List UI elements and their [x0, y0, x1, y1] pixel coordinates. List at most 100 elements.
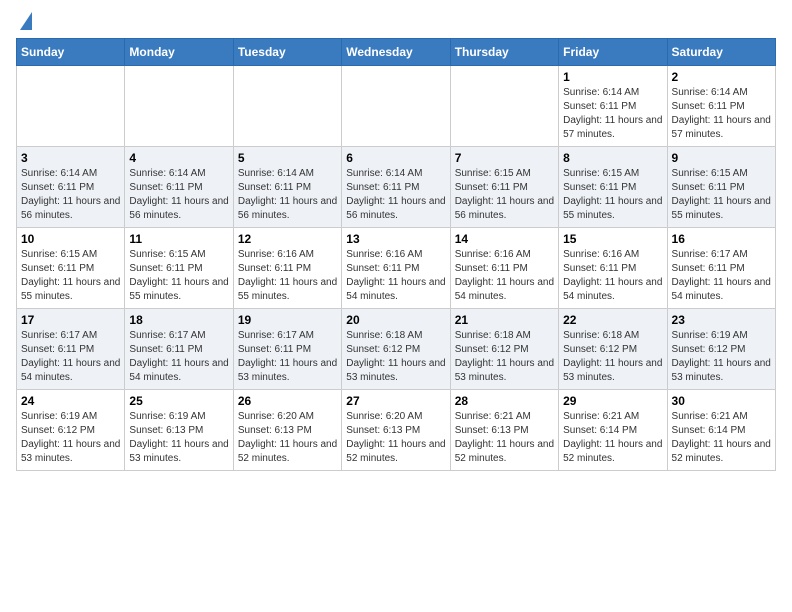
calendar-cell: 17 Sunrise: 6:17 AMSunset: 6:11 PMDayligh… [17, 309, 125, 390]
day-number: 14 [455, 232, 554, 246]
day-number: 16 [672, 232, 771, 246]
day-number: 6 [346, 151, 445, 165]
day-number: 22 [563, 313, 662, 327]
calendar-cell: 12 Sunrise: 6:16 AMSunset: 6:11 PMDayligh… [233, 228, 341, 309]
day-number: 24 [21, 394, 120, 408]
calendar-cell: 25 Sunrise: 6:19 AMSunset: 6:13 PMDayligh… [125, 390, 233, 471]
calendar-cell: 14 Sunrise: 6:16 AMSunset: 6:11 PMDayligh… [450, 228, 558, 309]
day-number: 19 [238, 313, 337, 327]
day-info: Sunrise: 6:18 AMSunset: 6:12 PMDaylight:… [455, 329, 554, 385]
calendar-cell: 29 Sunrise: 6:21 AMSunset: 6:14 PMDayligh… [559, 390, 667, 471]
calendar-cell: 1 Sunrise: 6:14 AMSunset: 6:11 PMDaylight… [559, 66, 667, 147]
day-info: Sunrise: 6:20 AMSunset: 6:13 PMDaylight:… [238, 410, 337, 466]
day-info: Sunrise: 6:14 AMSunset: 6:11 PMDaylight:… [21, 167, 120, 223]
page-header [16, 16, 776, 30]
day-info: Sunrise: 6:21 AMSunset: 6:14 PMDaylight:… [672, 410, 771, 466]
calendar-week-row: 24 Sunrise: 6:19 AMSunset: 6:12 PMDayligh… [17, 390, 776, 471]
day-number: 13 [346, 232, 445, 246]
day-info: Sunrise: 6:16 AMSunset: 6:11 PMDaylight:… [563, 248, 662, 304]
day-info: Sunrise: 6:18 AMSunset: 6:12 PMDaylight:… [346, 329, 445, 385]
day-number: 11 [129, 232, 228, 246]
calendar-cell: 7Sunrise: 6:15 AMSunset: 6:11 PMDaylight… [450, 147, 558, 228]
day-info: Sunrise: 6:19 AMSunset: 6:13 PMDaylight:… [129, 410, 228, 466]
calendar-week-row: 17 Sunrise: 6:17 AMSunset: 6:11 PMDayligh… [17, 309, 776, 390]
day-info: Sunrise: 6:14 AMSunset: 6:11 PMDaylight:… [672, 86, 771, 142]
day-number: 10 [21, 232, 120, 246]
calendar-cell: 8 Sunrise: 6:15 AMSunset: 6:11 PMDaylight… [559, 147, 667, 228]
day-number: 9 [672, 151, 771, 165]
day-number: 7 [455, 151, 554, 165]
day-number: 3 [21, 151, 120, 165]
day-number: 17 [21, 313, 120, 327]
day-number: 30 [672, 394, 771, 408]
day-info: Sunrise: 6:15 AMSunset: 6:11 PMDaylight:… [21, 248, 120, 304]
calendar-cell: 20Sunrise: 6:18 AMSunset: 6:12 PMDayligh… [342, 309, 450, 390]
day-number: 28 [455, 394, 554, 408]
day-number: 29 [563, 394, 662, 408]
calendar-cell: 5 Sunrise: 6:14 AMSunset: 6:11 PMDaylight… [233, 147, 341, 228]
calendar-cell: 26 Sunrise: 6:20 AMSunset: 6:13 PMDayligh… [233, 390, 341, 471]
day-info: Sunrise: 6:16 AMSunset: 6:11 PMDaylight:… [346, 248, 445, 304]
calendar-cell: 27 Sunrise: 6:20 AMSunset: 6:13 PMDayligh… [342, 390, 450, 471]
logo-triangle-icon [20, 12, 32, 30]
day-info: Sunrise: 6:19 AMSunset: 6:12 PMDaylight:… [21, 410, 120, 466]
calendar-cell: 22 Sunrise: 6:18 AMSunset: 6:12 PMDayligh… [559, 309, 667, 390]
calendar-cell: 6 Sunrise: 6:14 AMSunset: 6:11 PMDaylight… [342, 147, 450, 228]
calendar-cell: 16 Sunrise: 6:17 AMSunset: 6:11 PMDayligh… [667, 228, 775, 309]
day-info: Sunrise: 6:16 AMSunset: 6:11 PMDaylight:… [455, 248, 554, 304]
day-number: 8 [563, 151, 662, 165]
day-number: 15 [563, 232, 662, 246]
day-info: Sunrise: 6:14 AMSunset: 6:11 PMDaylight:… [346, 167, 445, 223]
day-number: 12 [238, 232, 337, 246]
calendar-cell: 19 Sunrise: 6:17 AMSunset: 6:11 PMDayligh… [233, 309, 341, 390]
weekday-header: Thursday [450, 39, 558, 66]
day-info: Sunrise: 6:20 AMSunset: 6:13 PMDaylight:… [346, 410, 445, 466]
day-number: 4 [129, 151, 228, 165]
day-info: Sunrise: 6:17 AMSunset: 6:11 PMDaylight:… [672, 248, 771, 304]
day-info: Sunrise: 6:14 AMSunset: 6:11 PMDaylight:… [238, 167, 337, 223]
calendar-cell: 10 Sunrise: 6:15 AMSunset: 6:11 PMDayligh… [17, 228, 125, 309]
calendar-table: SundayMondayTuesdayWednesdayThursdayFrid… [16, 38, 776, 471]
calendar-cell: 30 Sunrise: 6:21 AMSunset: 6:14 PMDayligh… [667, 390, 775, 471]
calendar-cell: 2 Sunrise: 6:14 AMSunset: 6:11 PMDaylight… [667, 66, 775, 147]
calendar-cell: 23 Sunrise: 6:19 AMSunset: 6:12 PMDayligh… [667, 309, 775, 390]
calendar-cell: 13 Sunrise: 6:16 AMSunset: 6:11 PMDayligh… [342, 228, 450, 309]
day-number: 21 [455, 313, 554, 327]
weekday-header: Tuesday [233, 39, 341, 66]
day-info: Sunrise: 6:15 AMSunset: 6:11 PMDaylight:… [563, 167, 662, 223]
day-number: 23 [672, 313, 771, 327]
calendar-cell: 3 Sunrise: 6:14 AMSunset: 6:11 PMDaylight… [17, 147, 125, 228]
calendar-week-row: 10 Sunrise: 6:15 AMSunset: 6:11 PMDayligh… [17, 228, 776, 309]
calendar-cell [233, 66, 341, 147]
day-info: Sunrise: 6:21 AMSunset: 6:14 PMDaylight:… [563, 410, 662, 466]
calendar-cell: 18 Sunrise: 6:17 AMSunset: 6:11 PMDayligh… [125, 309, 233, 390]
day-info: Sunrise: 6:15 AMSunset: 6:11 PMDaylight:… [129, 248, 228, 304]
day-info: Sunrise: 6:16 AMSunset: 6:11 PMDaylight:… [238, 248, 337, 304]
day-number: 5 [238, 151, 337, 165]
weekday-header: Friday [559, 39, 667, 66]
calendar-cell: 21 Sunrise: 6:18 AMSunset: 6:12 PMDayligh… [450, 309, 558, 390]
day-info: Sunrise: 6:15 AMSunset: 6:11 PMDaylight:… [672, 167, 771, 223]
day-info: Sunrise: 6:14 AMSunset: 6:11 PMDaylight:… [563, 86, 662, 142]
day-info: Sunrise: 6:14 AMSunset: 6:11 PMDaylight:… [129, 167, 228, 223]
calendar-cell: 28 Sunrise: 6:21 AMSunset: 6:13 PMDayligh… [450, 390, 558, 471]
calendar-week-row: 1 Sunrise: 6:14 AMSunset: 6:11 PMDaylight… [17, 66, 776, 147]
day-number: 25 [129, 394, 228, 408]
day-number: 26 [238, 394, 337, 408]
day-info: Sunrise: 6:19 AMSunset: 6:12 PMDaylight:… [672, 329, 771, 385]
day-info: Sunrise: 6:21 AMSunset: 6:13 PMDaylight:… [455, 410, 554, 466]
day-info: Sunrise: 6:17 AMSunset: 6:11 PMDaylight:… [238, 329, 337, 385]
day-number: 18 [129, 313, 228, 327]
calendar-cell: 9 Sunrise: 6:15 AMSunset: 6:11 PMDaylight… [667, 147, 775, 228]
day-number: 2 [672, 70, 771, 84]
day-info: Sunrise: 6:17 AMSunset: 6:11 PMDaylight:… [129, 329, 228, 385]
day-number: 1 [563, 70, 662, 84]
day-number: 27 [346, 394, 445, 408]
calendar-cell: 24 Sunrise: 6:19 AMSunset: 6:12 PMDayligh… [17, 390, 125, 471]
calendar-cell: 4 Sunrise: 6:14 AMSunset: 6:11 PMDaylight… [125, 147, 233, 228]
day-info: Sunrise: 6:18 AMSunset: 6:12 PMDaylight:… [563, 329, 662, 385]
calendar-cell [450, 66, 558, 147]
calendar-week-row: 3 Sunrise: 6:14 AMSunset: 6:11 PMDaylight… [17, 147, 776, 228]
day-info: Sunrise: 6:17 AMSunset: 6:11 PMDaylight:… [21, 329, 120, 385]
weekday-header: Saturday [667, 39, 775, 66]
